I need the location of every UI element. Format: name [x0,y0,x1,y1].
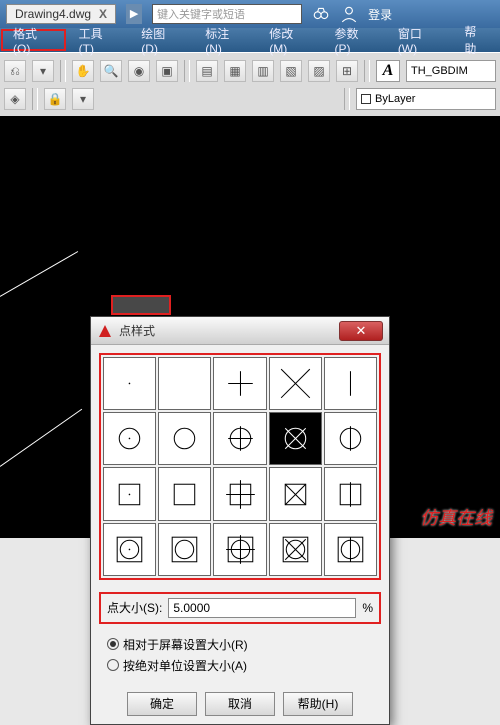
tool-icon-5[interactable]: ▥ [252,60,274,82]
point-style-dialog: 点样式 ✕ 点大小(S): % 相对于屏幕设置大小(R) 按绝对单位设置大小(A… [90,316,390,725]
point-style-option-17[interactable] [213,523,266,576]
point-style-option-11[interactable] [158,467,211,520]
separator [32,88,38,110]
toolbar-area: ⎌ ▾ ✋ 🔍 ◉ ▣ ▤ ▦ ▥ ▧ ▨ ⊞ A TH_GBDIM ◈ 🔒 ▾… [0,52,500,118]
menu-window[interactable]: 窗口(W) [386,28,453,52]
login-link[interactable]: 登录 [368,6,392,23]
orbit-icon[interactable]: ◉ [128,60,150,82]
watermark-text: 仿真在线 [420,504,492,530]
filename-text: Drawing4.dwg [15,7,91,21]
point-style-option-9[interactable] [324,412,377,465]
point-style-option-5[interactable] [103,412,156,465]
point-style-option-10[interactable] [103,467,156,520]
point-style-option-8[interactable] [269,412,322,465]
point-style-option-3[interactable] [269,357,322,410]
radio-icon [107,659,119,671]
search-placeholder: 键入关键字或短语 [157,6,245,22]
size-label: 点大小(S): [107,599,162,616]
radio-relative[interactable]: 相对于屏幕设置大小(R) [99,634,381,655]
layer-combo[interactable]: ByLayer [356,88,496,110]
user-icon[interactable] [340,5,358,23]
size-unit: % [362,601,373,615]
drawing-canvas[interactable]: 点样式 ✕ 点大小(S): % 相对于屏幕设置大小(R) 按绝对单位设置大小(A… [0,116,500,538]
search-input[interactable]: 键入关键字或短语 [152,4,302,24]
dialog-titlebar[interactable]: 点样式 ✕ [91,317,389,345]
point-style-option-14[interactable] [324,467,377,520]
tool-icon-4[interactable]: ▦ [224,60,246,82]
separator [364,60,370,82]
window-icon[interactable]: ▣ [156,60,178,82]
menu-tools[interactable]: 工具(T) [67,28,130,52]
menu-modify[interactable]: 修改(M) [257,28,322,52]
text-style-icon[interactable]: A [376,60,400,82]
point-size-row: 点大小(S): % [99,592,381,624]
tool-icon-8[interactable]: ⊞ [336,60,358,82]
point-style-option-13[interactable] [269,467,322,520]
app-logo-icon [97,323,113,339]
point-style-option-12[interactable] [213,467,266,520]
menu-bar: 格式(O) 工具(T) 绘图(D) 标注(N) 修改(M) 参数(P) 窗口(W… [0,28,500,52]
dialog-tab-highlight [111,295,171,315]
radio-icon [107,638,119,650]
search-arrow-icon[interactable]: ▶ [126,4,142,24]
point-style-option-0[interactable] [103,357,156,410]
point-style-option-18[interactable] [269,523,322,576]
menu-param[interactable]: 参数(P) [323,28,386,52]
point-style-option-15[interactable] [103,523,156,576]
separator [60,60,66,82]
pan-icon[interactable]: ✋ [72,60,94,82]
tab-close-icon[interactable]: X [99,7,107,21]
tool-icon-7[interactable]: ▨ [308,60,330,82]
style-combo[interactable]: TH_GBDIM [406,60,496,82]
menu-dimension[interactable]: 标注(N) [193,28,257,52]
point-style-option-7[interactable] [213,412,266,465]
point-size-input[interactable] [168,598,356,618]
tool-icon-1[interactable]: ⎌ [4,60,26,82]
menu-format[interactable]: 格式(O) [1,29,66,51]
zoom-icon[interactable]: 🔍 [100,60,122,82]
point-style-option-4[interactable] [324,357,377,410]
layer-icon-1[interactable]: ◈ [4,88,26,110]
layer-icon-2[interactable]: 🔒 [44,88,66,110]
layer-icon-3[interactable]: ▾ [72,88,94,110]
point-style-option-6[interactable] [158,412,211,465]
separator [344,88,350,110]
cancel-button[interactable]: 取消 [205,692,275,716]
help-button[interactable]: 帮助(H) [283,692,353,716]
point-style-option-1[interactable] [158,357,211,410]
dialog-title-text: 点样式 [119,322,155,339]
menu-help[interactable]: 帮助 [452,28,500,52]
ok-button[interactable]: 确定 [127,692,197,716]
binoculars-icon[interactable] [312,5,330,23]
point-style-option-19[interactable] [324,523,377,576]
dialog-close-button[interactable]: ✕ [339,321,383,341]
radio-absolute[interactable]: 按绝对单位设置大小(A) [99,655,381,676]
menu-draw[interactable]: 绘图(D) [129,28,193,52]
point-style-option-2[interactable] [213,357,266,410]
filename-tab[interactable]: Drawing4.dwg X [6,4,116,24]
separator [184,60,190,82]
tool-icon-2[interactable]: ▾ [32,60,54,82]
color-swatch-icon [361,94,371,104]
point-style-grid [99,353,381,580]
tool-icon-3[interactable]: ▤ [196,60,218,82]
tool-icon-6[interactable]: ▧ [280,60,302,82]
point-style-option-16[interactable] [158,523,211,576]
